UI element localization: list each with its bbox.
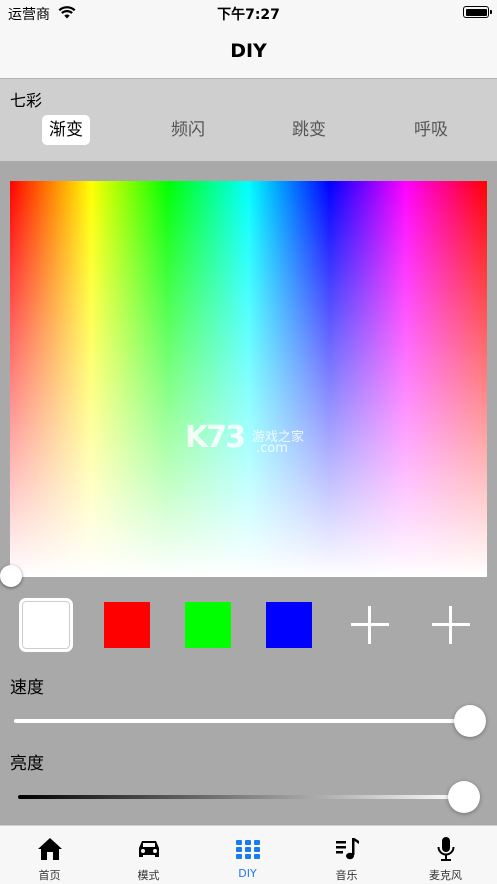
tabbar-label: 模式 [137, 869, 160, 882]
navigation-bar: DIY [0, 28, 497, 79]
music-list-icon [336, 838, 359, 860]
tabbar-item-mode[interactable]: 模式 [99, 826, 198, 884]
mode-label: 七彩 [10, 91, 43, 110]
tab-breathe[interactable]: 呼吸 [407, 115, 455, 145]
add-color-button[interactable] [428, 602, 474, 648]
tabbar-label: 音乐 [335, 869, 358, 882]
watermark-logo: K73 [185, 420, 246, 455]
tab-bar: 首页 模式 DIY 音乐 麦克风 [0, 825, 497, 884]
tab-gradient[interactable]: 渐变 [42, 115, 90, 145]
mode-tabs: 渐变 频闪 跳变 呼吸 [0, 115, 497, 151]
speed-slider-track[interactable] [14, 719, 470, 723]
battery-icon [463, 6, 492, 18]
tabbar-item-home[interactable]: 首页 [0, 826, 99, 884]
tabbar-label: DIY [238, 867, 257, 880]
mode-panel: 七彩 渐变 频闪 跳变 呼吸 [0, 79, 497, 161]
tabbar-label: 首页 [38, 869, 61, 882]
speed-label: 速度 [10, 678, 44, 698]
clock: 下午7:27 [217, 7, 280, 23]
swatch-green[interactable] [185, 602, 231, 648]
car-icon [139, 841, 159, 857]
tabbar-item-mic[interactable]: 麦克风 [396, 826, 495, 884]
swatch-white[interactable] [19, 598, 73, 652]
page-title: DIY [230, 40, 267, 62]
watermark-domain: .com [256, 441, 288, 456]
swatch-red[interactable] [104, 602, 150, 648]
speed-slider-thumb[interactable] [454, 705, 486, 737]
brightness-label: 亮度 [10, 754, 44, 774]
tab-jump[interactable]: 跳变 [285, 115, 333, 145]
color-picker-handle[interactable] [0, 565, 22, 587]
brightness-slider-thumb[interactable] [448, 781, 480, 813]
status-bar: 运营商 下午7:27 [0, 0, 497, 28]
color-picker[interactable] [10, 181, 487, 577]
tabbar-item-music[interactable]: 音乐 [297, 826, 396, 884]
grid-icon [236, 840, 260, 859]
swatch-blue[interactable] [266, 602, 312, 648]
add-color-button[interactable] [347, 602, 393, 648]
brightness-slider-track[interactable] [18, 795, 464, 799]
home-icon [38, 838, 62, 860]
tabbar-label: 麦克风 [429, 869, 462, 882]
tabbar-item-diy[interactable]: DIY [198, 826, 297, 884]
tab-strobe[interactable]: 频闪 [164, 115, 212, 145]
microphone-icon [437, 837, 455, 861]
